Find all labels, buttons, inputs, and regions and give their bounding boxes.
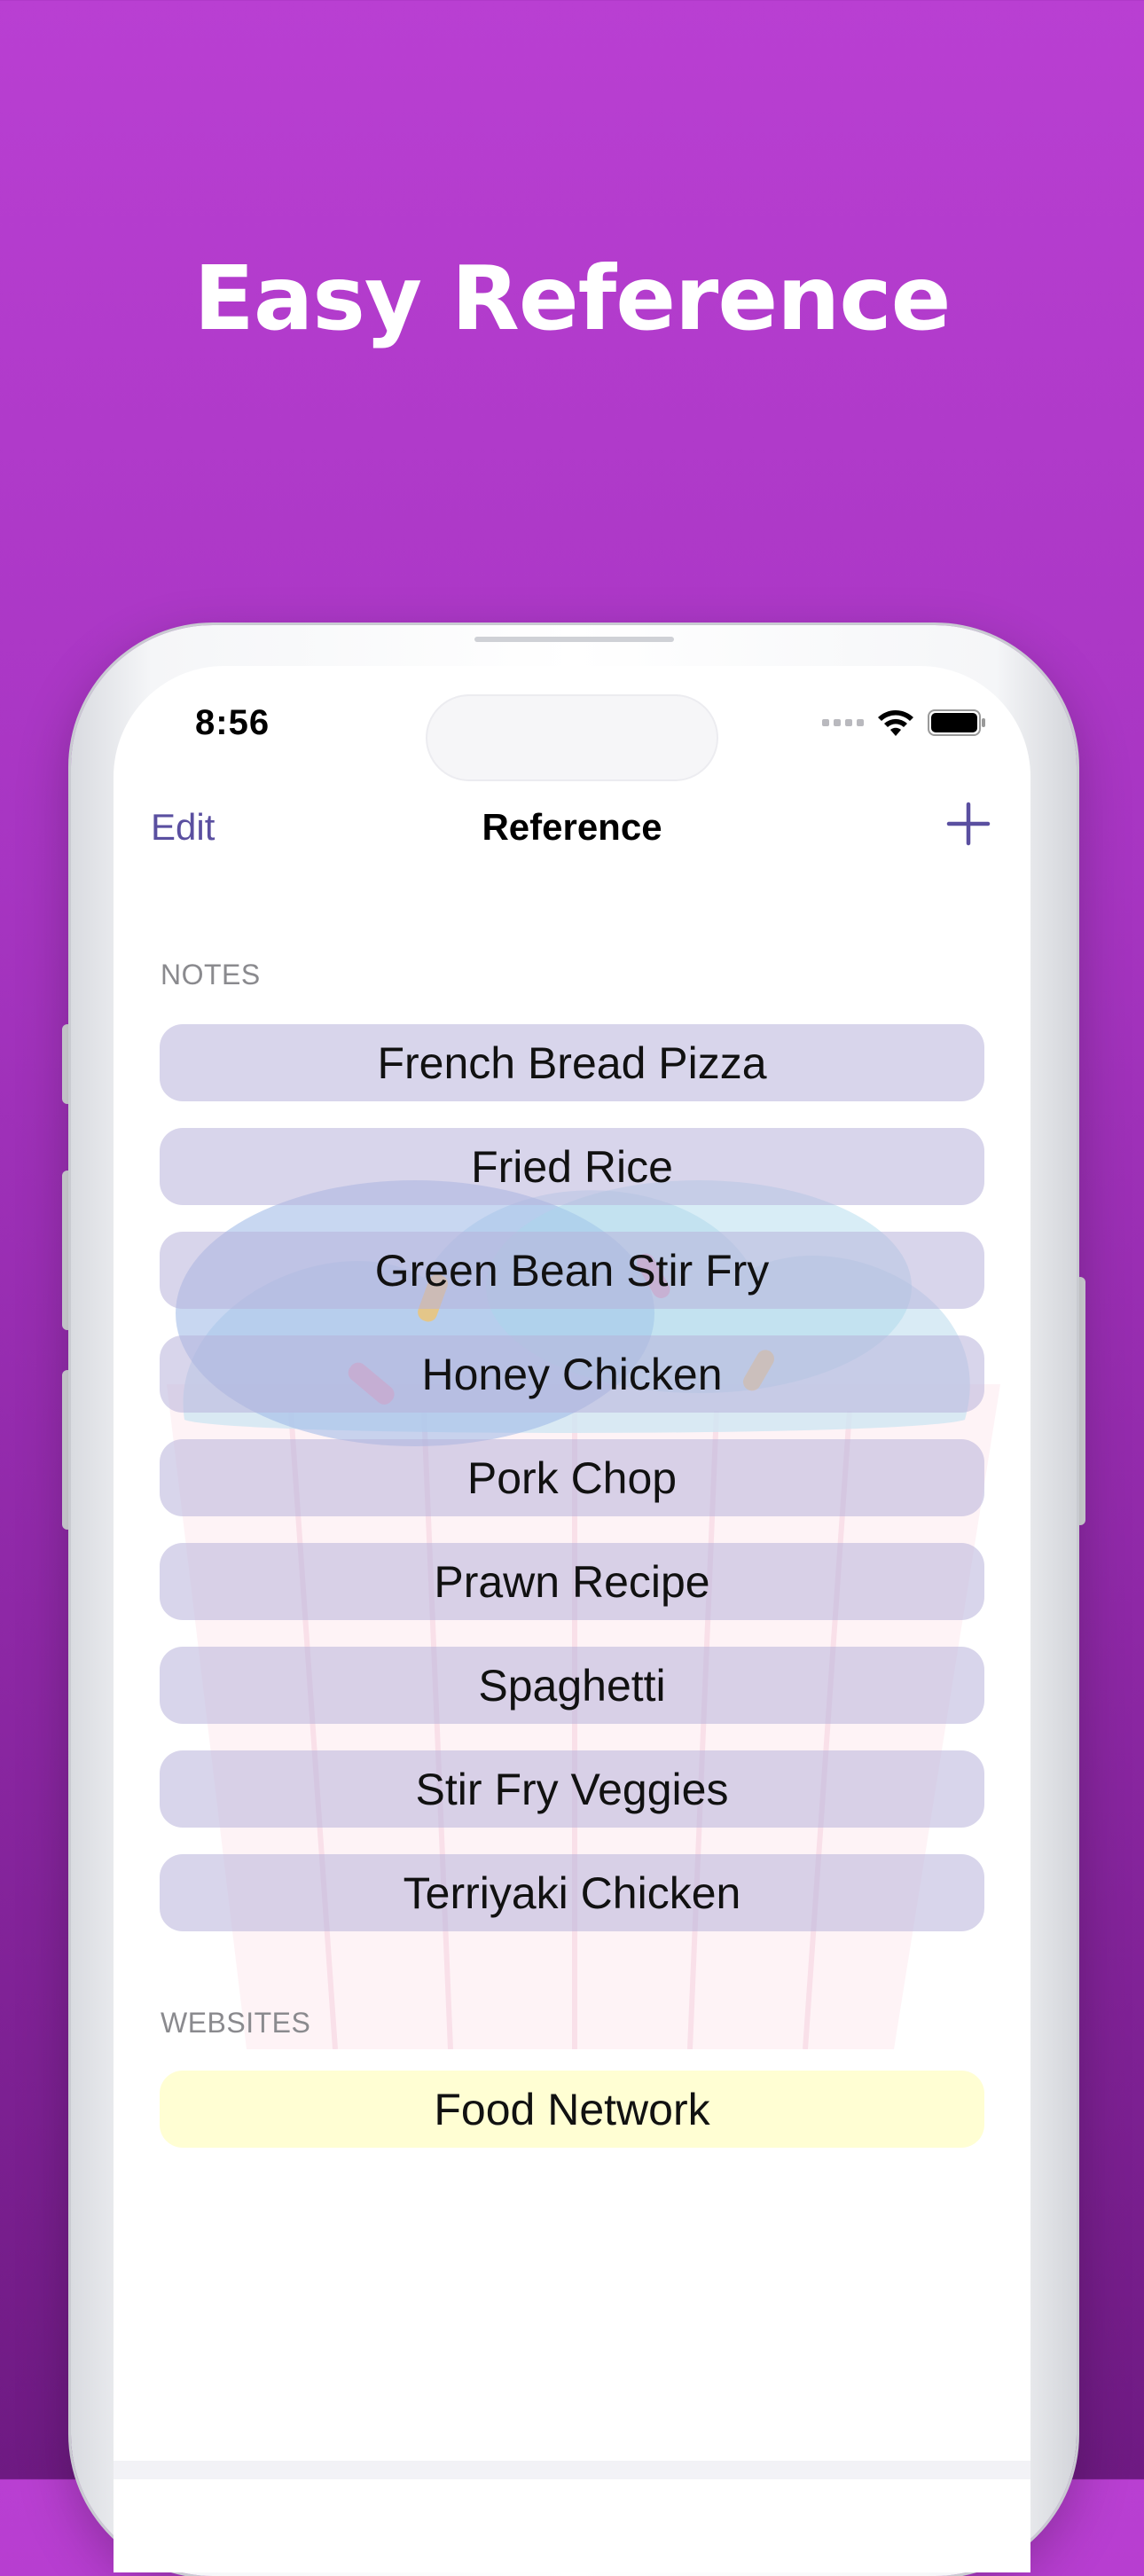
status-icons bbox=[822, 705, 986, 740]
website-item-food-network[interactable]: Food Network bbox=[160, 2071, 984, 2148]
note-item-french-bread-pizza[interactable]: French Bread Pizza bbox=[160, 1024, 984, 1101]
note-item-stir-fry-veggies[interactable]: Stir Fry Veggies bbox=[160, 1750, 984, 1828]
note-item-terriyaki-chicken[interactable]: Terriyaki Chicken bbox=[160, 1854, 984, 1931]
screen-bottom-edge bbox=[114, 2461, 1030, 2479]
wifi-icon bbox=[878, 710, 913, 736]
dynamic-island bbox=[426, 694, 718, 781]
headline: Easy Reference bbox=[193, 247, 952, 350]
note-item-honey-chicken[interactable]: Honey Chicken bbox=[160, 1335, 984, 1413]
note-item-fried-rice[interactable]: Fried Rice bbox=[160, 1128, 984, 1205]
notes-section-header: NOTES bbox=[161, 959, 261, 990]
websites-list: Food Network bbox=[160, 2071, 984, 2174]
page-title: Reference bbox=[482, 806, 662, 848]
add-button plus-icon[interactable] bbox=[945, 801, 991, 847]
cellular-signal-icon bbox=[822, 719, 864, 726]
battery-icon bbox=[928, 709, 985, 736]
note-item-prawn-recipe[interactable]: Prawn Recipe bbox=[160, 1543, 984, 1620]
notes-list: French Bread Pizza Fried Rice Green Bean… bbox=[160, 1024, 984, 1958]
note-item-green-bean-stir-fry[interactable]: Green Bean Stir Fry bbox=[160, 1232, 984, 1309]
note-item-spaghetti[interactable]: Spaghetti bbox=[160, 1647, 984, 1724]
phone-speaker-line bbox=[474, 637, 674, 642]
websites-section-header: WEBSITES bbox=[161, 2007, 311, 2039]
phone-screen: 8:56 Edit Reference NOTES French Bread P… bbox=[114, 666, 1030, 2572]
status-time: 8:56 bbox=[195, 703, 270, 742]
note-item-pork-chop[interactable]: Pork Chop bbox=[160, 1439, 984, 1516]
